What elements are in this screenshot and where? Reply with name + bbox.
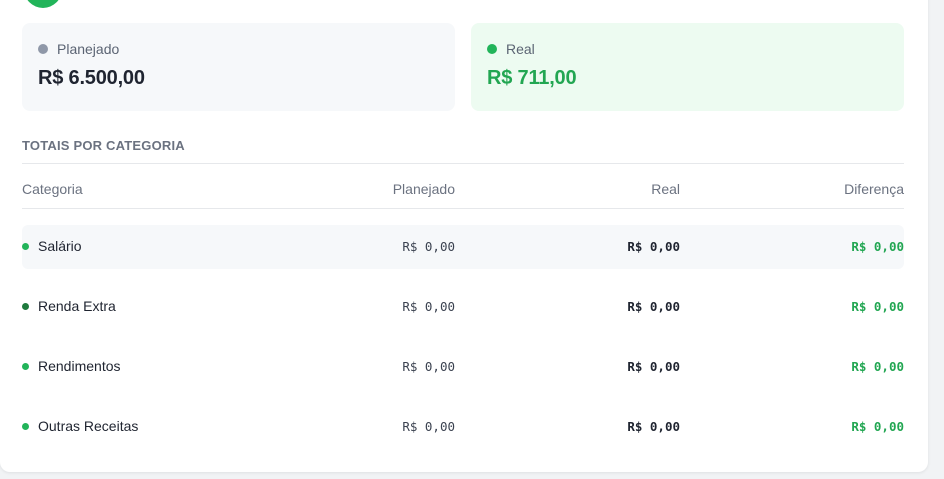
- row-category: Salário: [38, 238, 82, 254]
- row-category: Outras Receitas: [38, 418, 139, 434]
- header-difference: Diferença: [844, 181, 904, 197]
- table-row[interactable]: Rendimentos R$ 0,00 R$ 0,00 R$ 0,00: [22, 345, 904, 389]
- category-bullet-icon: [22, 242, 29, 250]
- header-real: Real: [651, 181, 680, 197]
- category-bullet-icon: [22, 302, 29, 310]
- section-title: TOTAIS POR CATEGORIA: [22, 138, 185, 153]
- category-bullet-icon: [22, 422, 29, 430]
- header-category: Categoria: [22, 181, 83, 197]
- planned-summary-header: Planejado: [38, 41, 439, 57]
- planned-summary-label: Planejado: [57, 41, 120, 57]
- table-row[interactable]: Outras Receitas R$ 0,00 R$ 0,00 R$ 0,00: [22, 405, 904, 449]
- income-totals-card: Planejado R$ 6.500,00 Real R$ 711,00 TOT…: [0, 0, 928, 472]
- row-category: Renda Extra: [38, 298, 116, 314]
- row-category: Rendimentos: [38, 358, 121, 374]
- planned-dot-icon: [38, 44, 48, 54]
- category-bullet-icon: [22, 362, 29, 370]
- row-real: R$ 0,00: [627, 419, 680, 434]
- row-real: R$ 0,00: [627, 239, 680, 254]
- planned-summary-value: R$ 6.500,00: [38, 67, 145, 89]
- table-row[interactable]: Renda Extra R$ 0,00 R$ 0,00 R$ 0,00: [22, 285, 904, 329]
- real-dot-icon: [487, 44, 497, 54]
- header-divider: [22, 208, 904, 209]
- real-summary-value: R$ 711,00: [487, 67, 577, 89]
- row-difference: R$ 0,00: [851, 419, 904, 434]
- real-summary-header: Real: [487, 41, 888, 57]
- header-planned: Planejado: [392, 181, 455, 197]
- row-planned: R$ 0,00: [402, 359, 455, 374]
- row-difference: R$ 0,00: [851, 359, 904, 374]
- row-planned: R$ 0,00: [402, 299, 455, 314]
- row-difference: R$ 0,00: [851, 239, 904, 254]
- planned-summary: Planejado R$ 6.500,00: [22, 23, 455, 111]
- row-real: R$ 0,00: [627, 359, 680, 374]
- category-avatar-icon: [24, 0, 62, 8]
- real-summary-label: Real: [506, 41, 535, 57]
- row-real: R$ 0,00: [627, 299, 680, 314]
- section-divider: [22, 163, 904, 164]
- real-summary: Real R$ 711,00: [471, 23, 904, 111]
- row-planned: R$ 0,00: [402, 419, 455, 434]
- row-difference: R$ 0,00: [851, 299, 904, 314]
- table-row[interactable]: Salário R$ 0,00 R$ 0,00 R$ 0,00: [22, 225, 904, 269]
- row-planned: R$ 0,00: [402, 239, 455, 254]
